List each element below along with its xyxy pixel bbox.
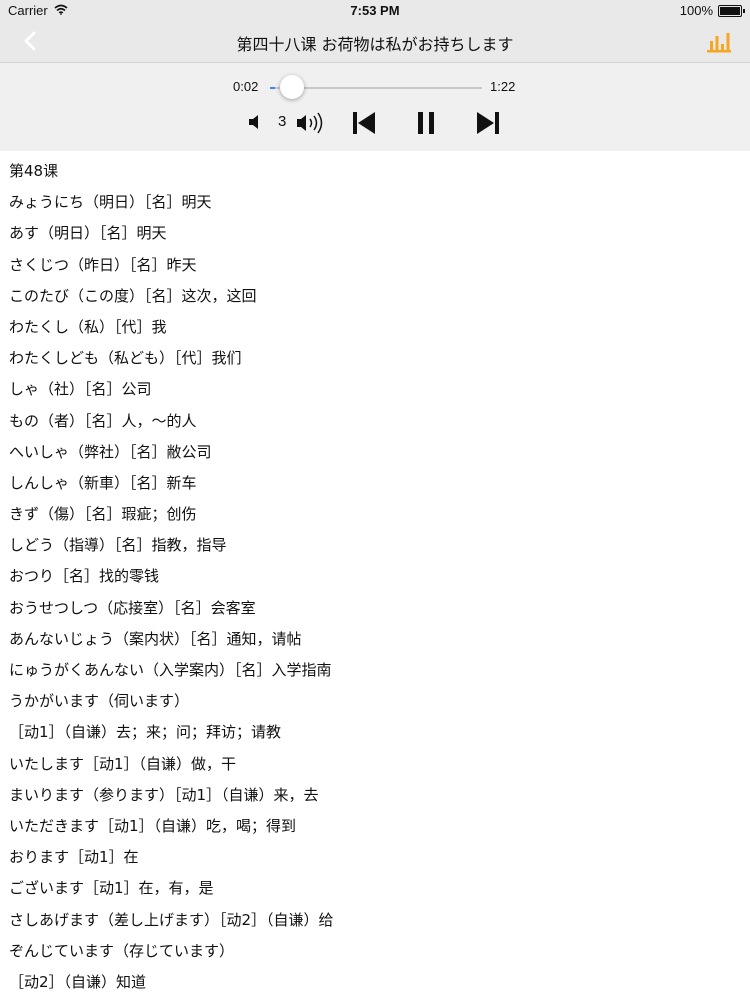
status-bar: Carrier 7:53 PM 100% xyxy=(0,0,750,22)
next-button[interactable] xyxy=(475,111,501,139)
volume-value: 3 xyxy=(278,113,287,130)
vocab-line: ［动1］（自谦）去；来；问；拜访；请教 xyxy=(9,723,282,742)
battery-label: 100% xyxy=(679,3,713,18)
battery-icon xyxy=(718,4,745,17)
vocab-line: きず（傷）［名］瑕疵；创伤 xyxy=(9,505,197,524)
vocab-line: にゅうがくあんない（入学案内）［名］入学指南 xyxy=(9,661,332,679)
speaker-icon xyxy=(247,115,263,135)
chevron-left-icon xyxy=(23,31,37,55)
skip-forward-icon xyxy=(475,112,501,139)
volume-up-button[interactable] xyxy=(295,111,327,139)
vocab-line: いたします［动1］（自谦）做，干 xyxy=(9,754,237,773)
page-title: 第四十八课 お荷物は私がお持ちします xyxy=(236,35,514,54)
nav-bar: 第四十八课 お荷物は私がお持ちします xyxy=(0,22,750,63)
player-controls: 3 xyxy=(0,109,750,139)
vocab-line: このたび（この度）［名］这次，这回 xyxy=(9,286,257,305)
vocab-line: しんしゃ（新車）［名］新车 xyxy=(9,473,197,492)
vocab-line: ぞんじています（存じています） xyxy=(9,941,235,960)
vocab-line: みょうにち（明日）［名］明天 xyxy=(9,193,212,212)
vocab-line: もの（者）［名］人，～的人 xyxy=(9,411,197,430)
previous-button[interactable] xyxy=(351,111,377,139)
skip-back-icon xyxy=(351,112,377,139)
pause-button[interactable] xyxy=(415,111,437,139)
audio-player: 0:02 1:22 3 xyxy=(0,63,750,151)
vocab-line: ございます［动1］在，有，是 xyxy=(9,879,214,898)
speaker-loud-icon xyxy=(295,112,327,139)
vocab-line: おうせつしつ（応接室）［名］会客室 xyxy=(9,598,256,617)
vocab-line: おります［动1］在 xyxy=(9,848,139,867)
vocab-line: あんないじょう（案内状）［名］通知，请帖 xyxy=(9,629,302,648)
progress-slider[interactable] xyxy=(270,75,482,99)
vocab-line: うかがいます（伺います） xyxy=(9,692,190,711)
vocab-line: いただきます［动1］（自谦）吃，喝；得到 xyxy=(9,816,297,835)
vocab-line: しゃ（社）［名］公司 xyxy=(9,380,152,399)
vocab-line: へいしゃ（弊社）［名］敝公司 xyxy=(9,442,212,461)
battery-fill xyxy=(720,6,740,15)
status-time: 7:53 PM xyxy=(350,3,400,18)
vocab-line: ［动2］（自谦）知道 xyxy=(9,972,147,991)
vocab-line: あす（明日）［名］明天 xyxy=(9,224,167,243)
total-time: 1:22 xyxy=(490,79,516,94)
progress-fill xyxy=(270,87,276,89)
current-time: 0:02 xyxy=(233,79,259,94)
vocab-line: さくじつ（昨日）［名］昨天 xyxy=(9,255,197,274)
lesson-content: 第48课みょうにち（明日）［名］明天 あす（明日）［名］明天さくじつ（昨日）［名］… xyxy=(0,156,750,998)
vocab-line: しどう（指導）［名］指教，指导 xyxy=(9,536,227,555)
status-right: 100% xyxy=(679,3,745,18)
stats-button[interactable] xyxy=(706,30,734,56)
vocab-line: わたくし（私）［代］我 xyxy=(9,317,167,336)
progress-knob[interactable] xyxy=(280,75,305,99)
bar-chart-icon xyxy=(706,33,732,58)
lesson-heading: 第48课 xyxy=(9,162,59,180)
back-button[interactable] xyxy=(16,30,44,56)
volume-down-button[interactable] xyxy=(247,113,263,135)
vocab-line: わたくしども（私ども）［代］我们 xyxy=(9,349,242,368)
vocab-line: さしあげます（差し上げます）［动2］（自谦）给 xyxy=(9,910,334,929)
vocab-line: おつり［名］找的零钱 xyxy=(9,567,160,586)
pause-icon xyxy=(415,112,437,139)
vocab-line: まいります（参ります）［动1］（自谦）来，去 xyxy=(9,785,319,804)
